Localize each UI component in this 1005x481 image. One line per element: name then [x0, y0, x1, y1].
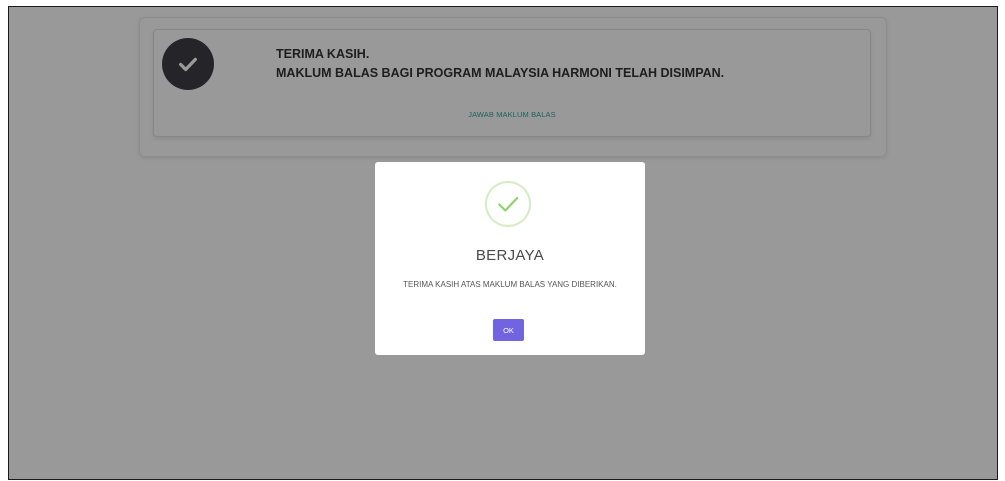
ok-button[interactable]: OK — [493, 319, 524, 341]
success-check-icon — [485, 181, 531, 227]
success-dialog: BERJAYA TERIMA KASIH ATAS MAKLUM BALAS Y… — [375, 162, 645, 355]
browser-viewport: TERIMA KASIH. MAKLUM BALAS BAGI PROGRAM … — [8, 6, 998, 480]
dialog-message: TERIMA KASIH ATAS MAKLUM BALAS YANG DIBE… — [403, 280, 617, 289]
dialog-title: BERJAYA — [475, 247, 545, 264]
